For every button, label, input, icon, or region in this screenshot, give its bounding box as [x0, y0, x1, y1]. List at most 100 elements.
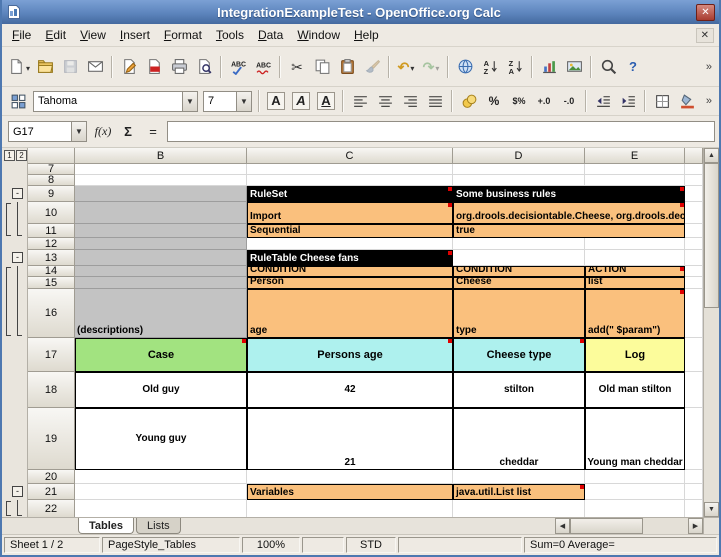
cell-C21[interactable]: Variables — [247, 484, 453, 500]
scroll-right-button[interactable]: ▶ — [688, 518, 703, 534]
row-header-22[interactable]: 22 — [28, 500, 75, 517]
row-header-14[interactable]: 14 — [28, 266, 75, 277]
cell-E15[interactable]: list — [585, 277, 685, 289]
new-document-button[interactable] — [6, 55, 32, 79]
column-header-E[interactable]: E — [585, 148, 685, 164]
redo-button[interactable]: ↷ — [419, 55, 443, 79]
decrease-indent-button[interactable] — [591, 89, 615, 113]
cell-F14[interactable] — [685, 266, 703, 277]
cell-F8[interactable] — [685, 175, 703, 186]
page-preview-button[interactable] — [192, 55, 216, 79]
percent-format-button[interactable]: % — [482, 89, 506, 113]
cell-B22[interactable] — [75, 500, 247, 517]
cell-E18[interactable]: Old man stilton — [585, 372, 685, 408]
row-header-7[interactable]: 7 — [28, 164, 75, 175]
spellcheck-button[interactable]: ABC — [226, 55, 250, 79]
column-header-B[interactable]: B — [75, 148, 247, 164]
cell-C8[interactable] — [247, 175, 453, 186]
tab-lists[interactable]: Lists — [136, 518, 181, 534]
cell-F10[interactable] — [685, 202, 703, 224]
vertical-scrollbar[interactable]: ▲ ▼ — [703, 148, 719, 517]
function-wizard-button[interactable]: f(x) — [92, 122, 114, 142]
cell-F18[interactable] — [685, 372, 703, 408]
cell-E20[interactable] — [585, 470, 685, 484]
name-box[interactable]: ▼ — [8, 121, 87, 142]
sort-descending-button[interactable]: ZA — [503, 55, 527, 79]
outline-level-1-button[interactable]: 1 — [4, 150, 15, 161]
cell-B15[interactable] — [75, 277, 247, 289]
font-name-dropdown-button[interactable]: ▼ — [182, 92, 197, 111]
cell-E14[interactable]: ACTION — [585, 266, 685, 277]
cell-D9[interactable]: Some business rules — [453, 186, 685, 202]
cell-D8[interactable] — [453, 175, 585, 186]
insert-chart-button[interactable] — [537, 55, 561, 79]
add-decimal-button[interactable]: +.0 — [532, 89, 556, 113]
grid-button[interactable] — [6, 89, 30, 113]
cell-F7[interactable] — [685, 164, 703, 175]
status-page-style[interactable]: PageStyle_Tables — [102, 537, 240, 553]
font-size-input[interactable] — [204, 93, 236, 110]
toolbar-overflow-button[interactable]: » — [703, 95, 715, 107]
menu-insert[interactable]: Insert — [113, 25, 157, 45]
italic-button[interactable]: A — [289, 89, 313, 113]
status-selection-mode[interactable]: STD — [346, 537, 396, 553]
cell-E19[interactable]: Young man cheddar — [585, 408, 685, 470]
row-header-9[interactable]: 9 — [28, 186, 75, 202]
row-header-13[interactable]: 13 — [28, 250, 75, 266]
bold-button[interactable]: A — [264, 89, 288, 113]
outline-level-2-button[interactable]: 2 — [16, 150, 27, 161]
align-justify-button[interactable] — [423, 89, 447, 113]
cell-D7[interactable] — [453, 164, 585, 175]
background-color-button[interactable] — [675, 89, 699, 113]
font-name-input[interactable] — [34, 93, 182, 110]
cell-F20[interactable] — [685, 470, 703, 484]
copy-button[interactable] — [310, 55, 334, 79]
cell-B7[interactable] — [75, 164, 247, 175]
underline-button[interactable]: A — [314, 89, 338, 113]
row-header-8[interactable]: 8 — [28, 175, 75, 186]
row-header-20[interactable]: 20 — [28, 470, 75, 484]
cell-D17[interactable]: Cheese type — [453, 338, 585, 372]
menu-file[interactable]: File — [5, 25, 38, 45]
cell-C9[interactable]: RuleSet — [247, 186, 453, 202]
horizontal-scroll-track[interactable] — [570, 518, 688, 534]
font-size-dropdown-button[interactable]: ▼ — [236, 92, 251, 111]
sort-ascending-button[interactable]: AZ — [478, 55, 502, 79]
currency-format-button[interactable] — [457, 89, 481, 113]
outline-collapse-button[interactable]: - — [12, 252, 23, 263]
row-header-18[interactable]: 18 — [28, 372, 75, 408]
cell-D21[interactable]: java.util.List list — [453, 484, 585, 500]
cell-D11[interactable]: true — [453, 224, 685, 238]
cell-E8[interactable] — [585, 175, 685, 186]
cell-D16[interactable]: type — [453, 289, 585, 338]
horizontal-scroll-thumb[interactable] — [570, 518, 643, 534]
standard-format-button[interactable]: $% — [507, 89, 531, 113]
scroll-up-button[interactable]: ▲ — [704, 148, 719, 163]
cell-C10[interactable]: Import — [247, 202, 453, 224]
tab-tables[interactable]: Tables — [78, 518, 134, 534]
paste-button[interactable] — [335, 55, 359, 79]
horizontal-scrollbar[interactable]: ◀ ▶ — [555, 518, 703, 534]
cell-B11[interactable] — [75, 224, 247, 238]
cell-C15[interactable]: Person — [247, 277, 453, 289]
format-paintbrush-button[interactable] — [360, 55, 384, 79]
cell-B21[interactable] — [75, 484, 247, 500]
menu-window[interactable]: Window — [290, 25, 347, 45]
menu-data[interactable]: Data — [251, 25, 290, 45]
cell-E21[interactable] — [585, 484, 685, 500]
equals-button[interactable]: = — [142, 122, 164, 142]
font-size-combo[interactable]: ▼ — [203, 91, 252, 112]
menu-edit[interactable]: Edit — [38, 25, 73, 45]
vertical-scroll-track[interactable] — [704, 163, 719, 502]
email-button[interactable] — [83, 55, 107, 79]
cell-F19[interactable] — [685, 408, 703, 470]
status-sheet-position[interactable]: Sheet 1 / 2 — [4, 537, 100, 553]
delete-decimal-button[interactable]: -.0 — [557, 89, 581, 113]
cell-F21[interactable] — [685, 484, 703, 500]
gallery-button[interactable] — [562, 55, 586, 79]
cell-E16[interactable]: add(" $param") — [585, 289, 685, 338]
cell-C12[interactable] — [247, 238, 453, 250]
cell-D20[interactable] — [453, 470, 585, 484]
row-header-15[interactable]: 15 — [28, 277, 75, 289]
borders-button[interactable] — [650, 89, 674, 113]
